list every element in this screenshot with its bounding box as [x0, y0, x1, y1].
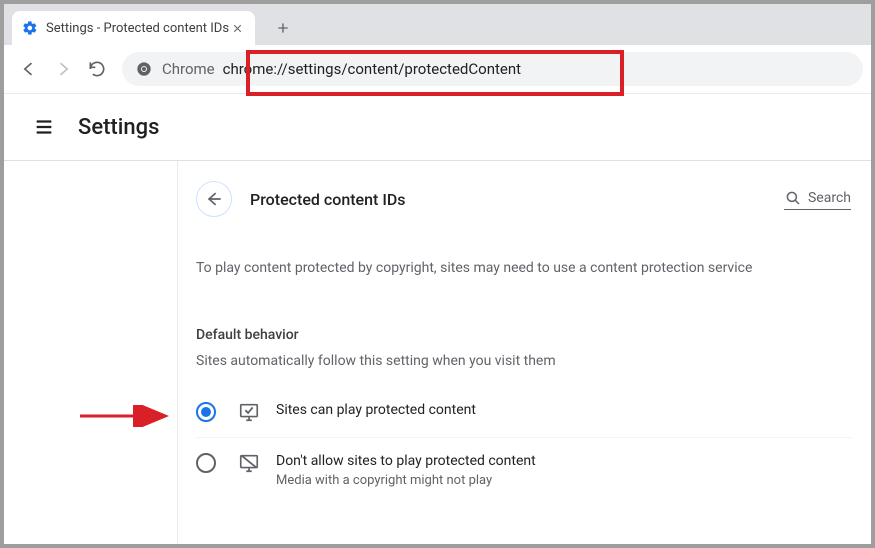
- section-title: Default behavior: [196, 327, 851, 343]
- page-description: To play content protected by copyright, …: [196, 259, 851, 279]
- option-allow[interactable]: Sites can play protected content: [196, 387, 851, 438]
- section-subtitle: Sites automatically follow this setting …: [196, 353, 851, 369]
- page-title: Protected content IDs: [250, 190, 406, 209]
- chrome-icon: [136, 61, 152, 77]
- browser-toolbar: Chrome chrome://settings/content/protect…: [4, 45, 871, 94]
- option-block-label: Don't allow sites to play protected cont…: [276, 452, 536, 472]
- new-tab-button[interactable]: [269, 14, 297, 42]
- omnibox[interactable]: Chrome chrome://settings/content/protect…: [122, 52, 863, 86]
- search-placeholder: Search: [808, 190, 851, 206]
- browser-window: Settings - Protected content IDs Chrome …: [4, 4, 871, 544]
- search-input[interactable]: Search: [784, 189, 851, 210]
- close-icon[interactable]: [229, 20, 245, 36]
- page-header: Protected content IDs Search: [196, 179, 851, 219]
- option-block[interactable]: Don't allow sites to play protected cont…: [196, 438, 851, 503]
- left-nav-spacer: [4, 161, 178, 544]
- radio-allow[interactable]: [196, 402, 216, 422]
- omnibox-prefix: Chrome: [162, 60, 215, 78]
- forward-button[interactable]: [46, 52, 80, 86]
- tab-title: Settings - Protected content IDs: [46, 21, 229, 36]
- option-allow-label: Sites can play protected content: [276, 401, 476, 421]
- search-icon: [784, 189, 802, 207]
- main-panel: Protected content IDs Search To play con…: [178, 161, 871, 544]
- omnibox-url: chrome://settings/content/protectedConte…: [223, 60, 521, 78]
- option-block-sublabel: Media with a copyright might not play: [276, 473, 536, 488]
- content-area: Protected content IDs Search To play con…: [4, 161, 871, 544]
- app-header: Settings: [4, 94, 871, 161]
- menu-button[interactable]: [24, 107, 64, 147]
- radio-block[interactable]: [196, 453, 216, 473]
- browser-tab[interactable]: Settings - Protected content IDs: [12, 11, 255, 45]
- screen-check-icon: [238, 401, 260, 423]
- screen-blocked-icon: [238, 452, 260, 474]
- reload-button[interactable]: [80, 52, 114, 86]
- gear-icon: [22, 20, 38, 36]
- app-title: Settings: [78, 115, 159, 140]
- back-button[interactable]: [12, 52, 46, 86]
- page-back-button[interactable]: [196, 181, 232, 217]
- tab-strip: Settings - Protected content IDs: [4, 4, 871, 45]
